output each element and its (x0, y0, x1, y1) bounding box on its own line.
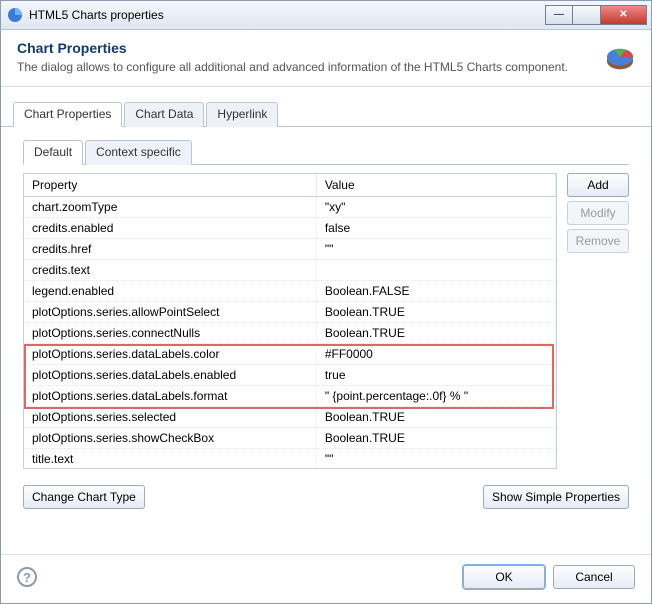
cell-value: "xy" (316, 197, 555, 218)
cell-property: credits.enabled (24, 218, 316, 239)
cell-property: plotOptions.series.dataLabels.color (24, 344, 316, 365)
table-row[interactable]: credits.href"" (24, 239, 556, 260)
subtab-context-specific[interactable]: Context specific (85, 140, 192, 165)
cell-property: plotOptions.series.allowPointSelect (24, 302, 316, 323)
pie-chart-icon (605, 44, 635, 74)
cell-value: #FF0000 (316, 344, 555, 365)
table-row[interactable]: plotOptions.series.showCheckBoxBoolean.T… (24, 428, 556, 449)
table-row[interactable]: credits.enabledfalse (24, 218, 556, 239)
ok-button[interactable]: OK (463, 565, 545, 589)
cell-property: plotOptions.series.dataLabels.format (24, 386, 316, 407)
table-row[interactable]: plotOptions.series.allowPointSelectBoole… (24, 302, 556, 323)
cancel-button[interactable]: Cancel (553, 565, 635, 589)
table-row[interactable]: plotOptions.series.selectedBoolean.TRUE (24, 407, 556, 428)
table-row[interactable]: credits.text (24, 260, 556, 281)
tab-chart-properties[interactable]: Chart Properties (13, 102, 122, 127)
cell-value: "" (316, 239, 555, 260)
table-row[interactable]: plotOptions.series.dataLabels.color#FF00… (24, 344, 556, 365)
titlebar: HTML5 Charts properties — ✕ (0, 0, 652, 30)
help-icon[interactable]: ? (17, 567, 37, 587)
cell-value: Boolean.TRUE (316, 428, 555, 449)
table-row[interactable]: legend.enabledBoolean.FALSE (24, 281, 556, 302)
cell-property: plotOptions.series.connectNulls (24, 323, 316, 344)
remove-button: Remove (567, 229, 629, 253)
cell-property: plotOptions.series.selected (24, 407, 316, 428)
dialog-footer: ? OK Cancel (1, 554, 651, 603)
cell-value: Boolean.FALSE (316, 281, 555, 302)
cell-value: Boolean.TRUE (316, 323, 555, 344)
show-simple-properties-button[interactable]: Show Simple Properties (483, 485, 629, 509)
panel-bottom-buttons: Change Chart Type Show Simple Properties (23, 485, 629, 509)
main-tabs: Chart Properties Chart Data Hyperlink (1, 101, 651, 127)
cell-value: Boolean.TRUE (316, 407, 555, 428)
tab-chart-data[interactable]: Chart Data (124, 102, 204, 127)
cell-value: "" (316, 449, 555, 470)
dialog-header: Chart Properties The dialog allows to co… (1, 30, 651, 87)
subtab-default[interactable]: Default (23, 140, 83, 165)
change-chart-type-button[interactable]: Change Chart Type (23, 485, 145, 509)
cell-property: credits.href (24, 239, 316, 260)
modify-button: Modify (567, 201, 629, 225)
cell-property: plotOptions.series.showCheckBox (24, 428, 316, 449)
properties-table-container[interactable]: Property Value chart.zoomType"xy"credits… (23, 173, 557, 469)
table-row[interactable]: title.text"" (24, 449, 556, 470)
col-property[interactable]: Property (24, 174, 316, 197)
minimize-button[interactable]: — (545, 5, 573, 25)
side-buttons: Add Modify Remove (567, 173, 629, 469)
window-controls: — ✕ (545, 5, 647, 25)
table-row[interactable]: chart.zoomType"xy" (24, 197, 556, 218)
cell-property: title.text (24, 449, 316, 470)
properties-table: Property Value chart.zoomType"xy"credits… (24, 174, 556, 469)
window-title: HTML5 Charts properties (29, 8, 545, 22)
page-title: Chart Properties (17, 40, 635, 56)
maximize-button[interactable] (573, 5, 601, 25)
cell-value: true (316, 365, 555, 386)
table-row[interactable]: plotOptions.series.dataLabels.format" {p… (24, 386, 556, 407)
cell-property: credits.text (24, 260, 316, 281)
table-row[interactable]: plotOptions.series.connectNullsBoolean.T… (24, 323, 556, 344)
table-row[interactable]: plotOptions.series.dataLabels.enabledtru… (24, 365, 556, 386)
app-icon (7, 7, 23, 23)
tab-hyperlink[interactable]: Hyperlink (206, 102, 278, 127)
tab-panel-chart-properties: Default Context specific Property Value … (13, 127, 639, 519)
page-description: The dialog allows to configure all addit… (17, 60, 635, 74)
add-button[interactable]: Add (567, 173, 629, 197)
cell-value: Boolean.TRUE (316, 302, 555, 323)
close-button[interactable]: ✕ (601, 5, 647, 25)
cell-property: chart.zoomType (24, 197, 316, 218)
cell-value: " {point.percentage:.0f} % " (316, 386, 555, 407)
cell-value (316, 260, 555, 281)
cell-property: plotOptions.series.dataLabels.enabled (24, 365, 316, 386)
subtab-panel-default: Property Value chart.zoomType"xy"credits… (23, 165, 629, 509)
sub-tabs: Default Context specific (23, 139, 629, 165)
col-value[interactable]: Value (316, 174, 555, 197)
cell-value: false (316, 218, 555, 239)
cell-property: legend.enabled (24, 281, 316, 302)
